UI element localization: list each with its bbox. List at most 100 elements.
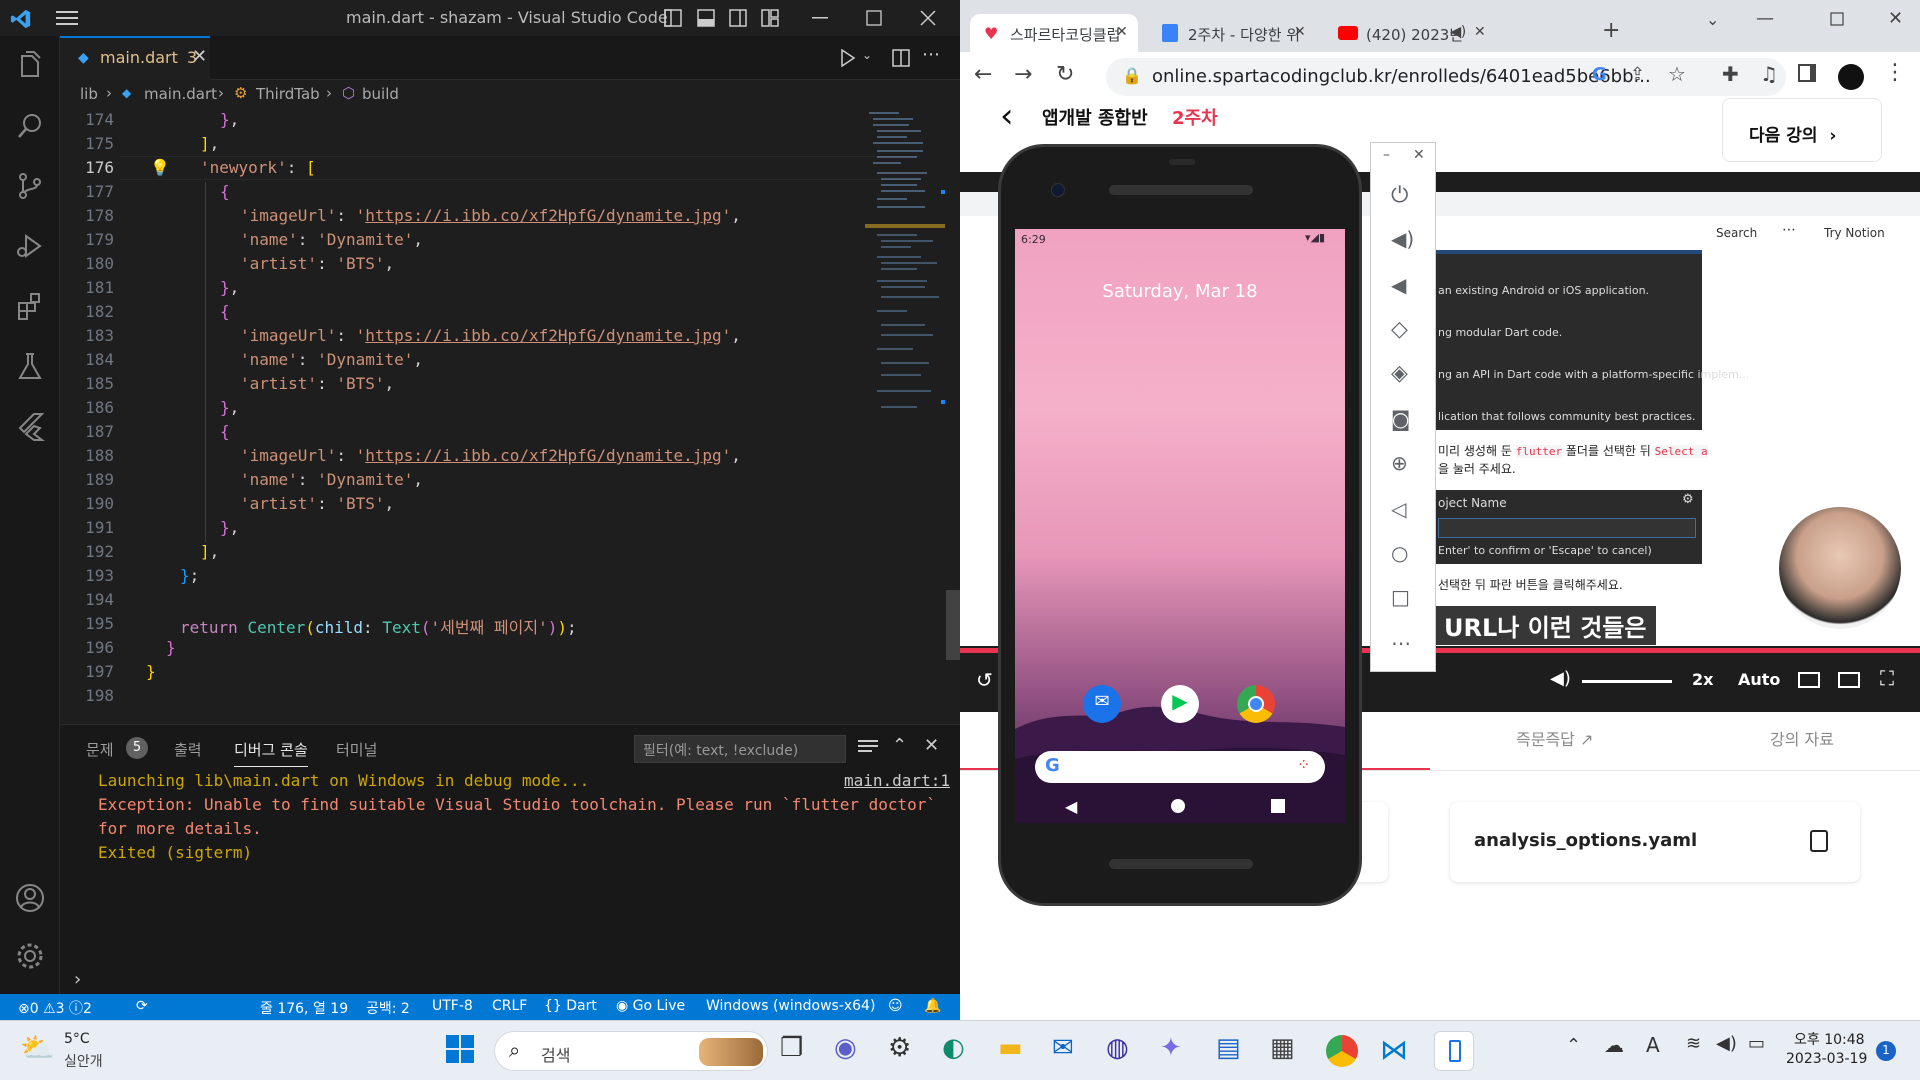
- taskbar-search[interactable]: ⌕ 검색: [494, 1031, 768, 1071]
- tab-close-icon[interactable]: ✕: [192, 46, 207, 67]
- chrome-app-icon[interactable]: [1237, 685, 1275, 723]
- more-options-icon[interactable]: ⋯: [1391, 631, 1417, 657]
- feedback-icon[interactable]: ☺: [888, 998, 903, 1014]
- google-lens-icon[interactable]: G: [1592, 64, 1607, 85]
- task-view-icon[interactable]: ❐: [780, 1033, 816, 1069]
- debug-icon[interactable]: ⟳: [136, 998, 148, 1014]
- share-icon[interactable]: ⇪: [1630, 64, 1645, 85]
- breadcrumb-file[interactable]: main.dart: [144, 85, 217, 103]
- onedrive-cloud-icon[interactable]: ☁: [1604, 1033, 1624, 1057]
- play-store-app-icon[interactable]: ▶: [1161, 685, 1199, 723]
- rotate-right-icon[interactable]: ◈: [1391, 361, 1417, 387]
- clock-date[interactable]: 2023-03-19: [1786, 1051, 1867, 1067]
- run-dropdown-chevron-icon[interactable]: ⌄: [862, 48, 872, 62]
- chrome-menu-icon[interactable]: ⋮: [1884, 60, 1906, 85]
- nav-recents-icon[interactable]: [1271, 799, 1285, 813]
- battery-icon[interactable]: ▭: [1748, 1033, 1765, 1054]
- ime-icon[interactable]: A: [1646, 1033, 1660, 1057]
- google-search-bar[interactable]: G ⁘: [1035, 751, 1325, 783]
- filter-input[interactable]: 필터(예: text, !exclude): [634, 735, 846, 763]
- explorer-icon[interactable]: [14, 50, 46, 82]
- customize-layout-icon[interactable]: [761, 9, 779, 27]
- tab-main-dart[interactable]: ◆ main.dart 3 ✕: [60, 36, 210, 80]
- tab-course-materials[interactable]: 강의 자료: [1770, 726, 1834, 750]
- messages-app-icon[interactable]: ✉: [1083, 685, 1121, 723]
- back-arrow-icon[interactable]: ←: [974, 62, 992, 87]
- emu-close-icon[interactable]: ✕: [1413, 147, 1425, 163]
- panel-tab-terminal[interactable]: 터미널: [336, 739, 377, 760]
- calculator-icon[interactable]: ▦: [1270, 1033, 1306, 1069]
- volume-slider[interactable]: [1582, 680, 1672, 683]
- mail-icon[interactable]: ✉: [1052, 1033, 1088, 1069]
- copilot-icon[interactable]: ✦: [1160, 1033, 1196, 1069]
- wifi-icon[interactable]: ≋: [1686, 1033, 1701, 1054]
- breadcrumb-lib[interactable]: lib: [80, 85, 98, 103]
- toggle-panel-icon[interactable]: [697, 9, 715, 27]
- rotate-left-icon[interactable]: ◇: [1391, 317, 1417, 343]
- tab-close-icon[interactable]: ✕: [1116, 24, 1128, 40]
- emu-minimize-icon[interactable]: –: [1383, 147, 1390, 163]
- console-input-chevron-icon[interactable]: ›: [74, 969, 81, 990]
- maximize-icon[interactable]: [866, 10, 882, 26]
- nav-home-icon[interactable]: [1171, 799, 1185, 813]
- start-windows-icon[interactable]: [444, 1033, 480, 1069]
- reload-icon[interactable]: ↻: [1056, 62, 1074, 87]
- side-panel-icon[interactable]: [1798, 64, 1816, 82]
- status-problems[interactable]: ⊗0 ⚠3 ⓘ2: [18, 998, 92, 1018]
- extensions-puzzle-icon[interactable]: ✚: [1722, 62, 1739, 86]
- new-tab-plus-icon[interactable]: +: [1602, 18, 1620, 43]
- panel-tab-debug-console[interactable]: 디버그 콘솔: [234, 739, 308, 767]
- chrome-tab-notion[interactable]: 2주차 - 다양한 위 ✕: [1148, 14, 1316, 52]
- nav-back-icon[interactable]: ◀: [1065, 797, 1077, 816]
- notification-count-badge[interactable]: 1: [1876, 1041, 1896, 1061]
- weather-widget[interactable]: ⛅ 5°C 실안개: [20, 1029, 140, 1073]
- code-url[interactable]: https://i.ibb.co/xf2HpfG/dynamite.jpg: [365, 206, 721, 225]
- bookmark-star-icon[interactable]: ☆: [1668, 62, 1686, 86]
- chrome-tab-spartacoding[interactable]: ♥ 스파르타코딩클럽 ✕: [970, 14, 1138, 52]
- back-chevron-icon[interactable]: ‹: [1000, 96, 1014, 136]
- panel-tab-output[interactable]: 출력: [174, 739, 202, 760]
- quality-setting[interactable]: Auto: [1738, 670, 1780, 689]
- media-control-icon[interactable]: ♫: [1760, 62, 1778, 86]
- code-url[interactable]: https://i.ibb.co/xf2HpfG/dynamite.jpg: [365, 326, 721, 345]
- status-go-live[interactable]: ◉ Go Live: [616, 998, 685, 1014]
- maximize-panel-icon[interactable]: ⌃: [892, 735, 907, 756]
- speaker-icon[interactable]: ◀): [1716, 1033, 1737, 1054]
- close-panel-icon[interactable]: ✕: [924, 735, 939, 756]
- zoom-icon[interactable]: ⊕: [1391, 451, 1417, 477]
- testing-icon[interactable]: [14, 350, 46, 382]
- console-source-link[interactable]: main.dart:1: [844, 771, 950, 790]
- minimize-icon[interactable]: —: [1756, 8, 1774, 29]
- search-icon[interactable]: [14, 110, 46, 142]
- camera-screenshot-icon[interactable]: ◙: [1391, 407, 1417, 433]
- extensions-icon[interactable]: [14, 290, 46, 322]
- tab-audio-icon[interactable]: ◀): [1450, 24, 1466, 40]
- more-actions-icon[interactable]: ⋯: [922, 44, 940, 65]
- toggle-primary-sidebar-icon[interactable]: [664, 9, 682, 27]
- replay-icon[interactable]: ↺: [976, 668, 993, 692]
- lightbulb-icon[interactable]: 💡: [150, 158, 170, 177]
- breadcrumb-method[interactable]: build: [362, 85, 399, 103]
- edge-browser-icon[interactable]: ◐: [942, 1033, 978, 1069]
- source-control-icon[interactable]: [14, 170, 46, 202]
- chrome-tab-youtube[interactable]: (420) 2023년 ◀) ✕: [1326, 14, 1494, 52]
- tab-qna[interactable]: 즉문즉답 ↗: [1516, 726, 1593, 750]
- editor-scrollbar[interactable]: [946, 590, 960, 660]
- teams-chat-icon[interactable]: ◉: [834, 1033, 870, 1069]
- back-triangle-icon[interactable]: ◁: [1391, 497, 1417, 523]
- close-icon[interactable]: ✕: [1888, 8, 1903, 29]
- tab-search-chevron-icon[interactable]: ⌄: [1706, 10, 1719, 29]
- status-device[interactable]: Windows (windows-x64): [706, 998, 875, 1014]
- captions-icon[interactable]: [1798, 672, 1820, 688]
- code-url[interactable]: https://i.ibb.co/xf2HpfG/dynamite.jpg: [365, 446, 721, 465]
- tab-close-icon[interactable]: ✕: [1294, 24, 1306, 40]
- status-encoding[interactable]: UTF-8: [432, 998, 473, 1014]
- volume-icon[interactable]: ◀): [1550, 668, 1571, 689]
- copy-icon[interactable]: [1810, 830, 1828, 852]
- show-hidden-icons-chevron-icon[interactable]: ⌃: [1566, 1035, 1581, 1056]
- breadcrumb-class[interactable]: ThirdTab: [256, 85, 320, 103]
- status-language[interactable]: {} Dart: [544, 998, 597, 1014]
- playback-speed[interactable]: 2x: [1692, 670, 1713, 689]
- power-icon[interactable]: ⏻: [1391, 183, 1417, 209]
- forward-arrow-icon[interactable]: →: [1014, 62, 1032, 87]
